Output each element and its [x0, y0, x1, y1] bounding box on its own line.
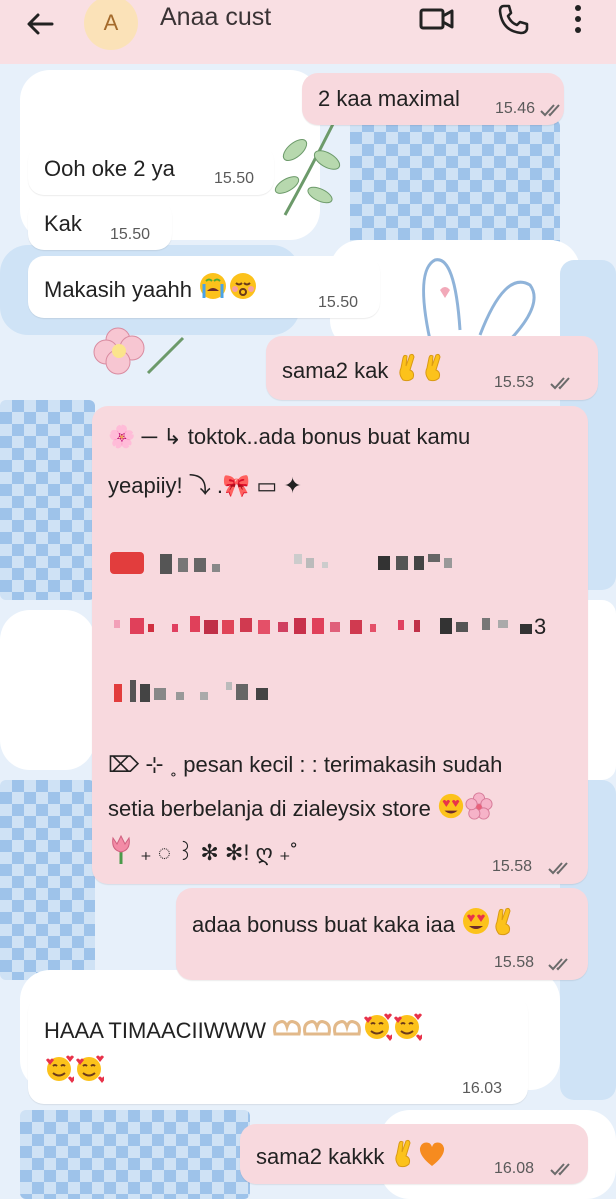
message-time: 16.03	[462, 1080, 503, 1097]
message-line: yeapiiy! ⤵ .🎀 ▭ ✦	[108, 473, 302, 498]
loudly-crying-face-icon	[200, 273, 227, 299]
leaf-decoration	[274, 119, 341, 216]
message-time: 15.50	[214, 170, 255, 187]
chat-header: A Anaa cust	[0, 0, 616, 64]
crossed-fingers-icon	[394, 1139, 411, 1168]
double-check-icon	[548, 958, 568, 971]
redacted-text-line: 3	[114, 614, 546, 639]
tulip-icon	[112, 834, 130, 864]
back-arrow-icon[interactable]	[22, 6, 58, 42]
message-bubble-outgoing[interactable]: sama2 kak 15.53	[266, 336, 598, 400]
redacted-text-line	[110, 552, 452, 574]
blurred-line-end: 3	[534, 614, 546, 639]
double-check-icon	[548, 862, 568, 875]
message-line: ⌦ ⊹ ˳ pesan kecil : : terimakasih sudah	[108, 752, 502, 778]
message-line: ₊ ◌ ꒱ ✻ ✻! ღ ₊˚	[108, 834, 298, 866]
message-text-content: sama2 kak	[282, 358, 389, 383]
smiling-face-hearts-icon	[364, 1013, 393, 1041]
message-bubble-outgoing[interactable]: adaa bonuss buat kaka iaa 15.58	[176, 888, 588, 980]
message-time: 16.08	[494, 1160, 535, 1177]
message-bubble-incoming[interactable]: Ooh oke 2 ya 15.50	[28, 145, 274, 195]
kissing-face-icon	[230, 273, 257, 299]
double-check-icon	[540, 104, 560, 117]
redacted-text-line	[114, 680, 268, 702]
message-prefix-symbol: ⌦ ⊹ ˳	[108, 752, 178, 777]
flower-decoration	[93, 327, 185, 375]
message-text: Ooh oke 2 ya	[44, 156, 175, 181]
message-text: 2 kaa maximal	[318, 86, 460, 111]
message-line-text: ₊ ◌ ꒱ ✻ ✻! ღ ₊˚	[140, 840, 298, 865]
avatar-letter: A	[103, 10, 119, 35]
message-text-content: Makasih yaahh	[44, 277, 192, 302]
bunny-decoration	[422, 258, 536, 347]
message-text: sama2 kak	[282, 352, 447, 384]
message-line-text: setia berbelanja di zialeysix store	[108, 796, 431, 821]
message-time: 15.50	[318, 294, 359, 311]
message-bubble-incoming[interactable]: Kak 15.50	[28, 200, 172, 250]
message-time: 15.58	[492, 858, 533, 875]
message-text: HAAA TIMAACIIWWW	[44, 1012, 423, 1044]
message-bubble-incoming[interactable]: HAAA TIMAACIIWWW 16.03	[28, 996, 528, 1104]
message-text-content: adaa bonuss buat kaka iaa	[192, 912, 455, 937]
message-line: 🌸 ─ ↳ toktok..ada bonus buat kamu	[108, 424, 471, 449]
heart-hands-icon	[273, 1020, 302, 1036]
message-time: 15.53	[494, 374, 535, 391]
video-call-icon[interactable]	[418, 2, 456, 36]
message-time: 15.46	[495, 100, 536, 117]
more-options-icon[interactable]	[570, 2, 586, 36]
heart-hands-icon	[333, 1020, 362, 1036]
message-text: Kak	[44, 211, 82, 236]
heart-eyes-icon	[438, 793, 464, 819]
double-check-icon	[550, 1163, 570, 1176]
message-text: adaa bonuss buat kaka iaa	[192, 906, 517, 938]
phone-call-icon[interactable]	[496, 2, 530, 36]
message-text-content: HAAA TIMAACIIWWW	[44, 1018, 267, 1043]
message-bubble-outgoing[interactable]: sama2 kakkk 16.08	[240, 1124, 588, 1184]
message-time: 15.50	[110, 226, 151, 243]
heart-eyes-icon	[463, 908, 490, 934]
message-text-content: sama2 kakkk	[256, 1144, 385, 1169]
message-line: setia berbelanja di zialeysix store	[108, 792, 493, 822]
smiling-face-hearts-icon	[46, 1055, 74, 1083]
avatar[interactable]: A	[84, 0, 138, 50]
smiling-face-hearts-icon	[76, 1055, 104, 1083]
cherry-blossom-icon	[465, 792, 493, 820]
message-text: sama2 kakkk	[256, 1138, 447, 1170]
orange-heart-icon	[419, 1142, 444, 1166]
message-text: Makasih yaahh	[44, 271, 258, 303]
message-line-text: pesan kecil : : terimakasih sudah	[183, 752, 503, 777]
crossed-fingers-icon	[495, 907, 511, 936]
heart-hands-icon	[303, 1020, 332, 1036]
smiling-face-hearts-icon	[394, 1013, 423, 1041]
crossed-fingers-icon	[398, 353, 415, 382]
message-text-continued	[44, 1054, 104, 1086]
message-bubble-incoming[interactable]: Makasih yaahh 15.50	[28, 256, 380, 318]
message-time: 15.58	[494, 954, 535, 971]
crossed-fingers-icon	[424, 353, 441, 382]
contact-name[interactable]: Anaa cust	[160, 3, 271, 32]
message-bubble-outgoing[interactable]: 🌸 ─ ↳ toktok..ada bonus buat kamu yeapii…	[92, 406, 588, 884]
message-bubble-outgoing[interactable]: 2 kaa maximal 15.46	[302, 73, 564, 125]
double-check-icon	[550, 377, 570, 390]
